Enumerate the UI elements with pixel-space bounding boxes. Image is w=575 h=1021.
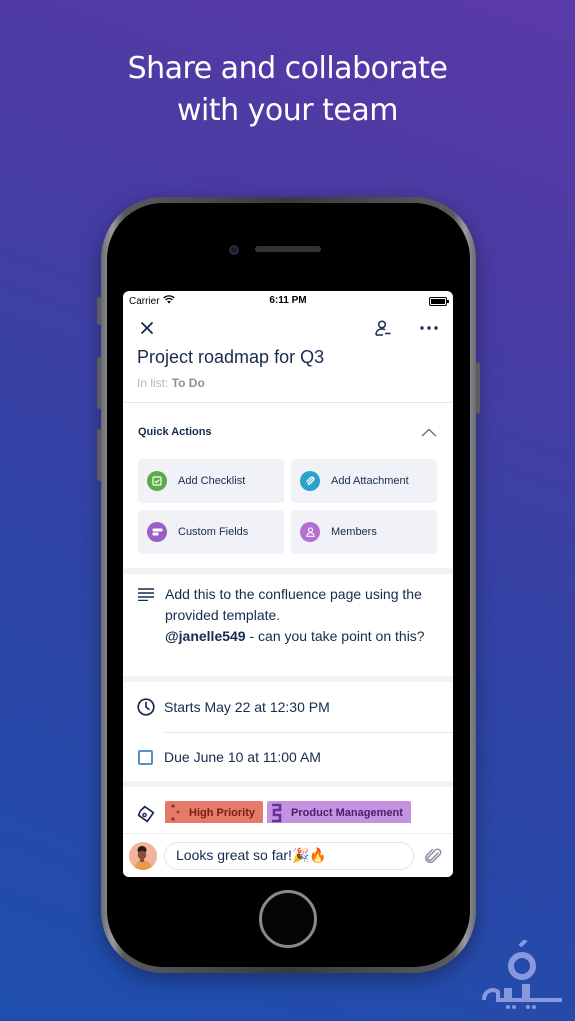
description-text: Add this to the confluence page using th… [165, 586, 422, 623]
add-checklist-label: Add Checklist [178, 475, 246, 487]
avatar[interactable] [129, 841, 157, 870]
paperclip-icon [425, 847, 442, 863]
person-icon [300, 522, 320, 542]
paperclip-icon [300, 471, 320, 491]
watermark-logo [480, 938, 565, 1010]
fields-icon [147, 522, 167, 542]
person-remove-icon [375, 320, 391, 336]
members-label: Members [331, 526, 377, 538]
label-pattern-icon [272, 803, 282, 823]
front-camera [229, 245, 239, 255]
phone-screen: Carrier 6:11 PM Project roadmap for Q3 I… [123, 291, 453, 877]
description-text-2: - can you take point on this? [245, 628, 425, 644]
quick-actions-title: Quick Actions [138, 426, 212, 438]
labels-row: High Priority Product Management [123, 801, 453, 823]
headline-line-2: with your team [176, 93, 399, 128]
mention-link[interactable]: @janelle549 [165, 628, 246, 644]
section-divider [123, 781, 453, 787]
comment-composer: Looks great so far!🎉🔥 [123, 833, 453, 877]
checklist-icon [147, 471, 167, 491]
headline-line-1: Share and collaborate [127, 51, 448, 86]
list-indicator[interactable]: In list: To Do [123, 376, 453, 390]
add-attachment-label: Add Attachment [331, 475, 409, 487]
comment-input-value: Looks great so far!🎉🔥 [176, 847, 327, 863]
due-complete-checkbox[interactable] [138, 749, 153, 765]
start-date-text: Starts May 22 at 12:30 PM [164, 699, 330, 715]
carrier-label: Carrier [129, 295, 160, 307]
close-icon [141, 322, 153, 334]
custom-fields-label: Custom Fields [178, 526, 249, 538]
close-button[interactable] [135, 316, 159, 340]
earpiece-speaker [255, 246, 321, 252]
battery-icon [429, 296, 449, 306]
label-pattern-icon [171, 804, 180, 821]
label-high-priority-text: High Priority [189, 807, 256, 819]
label-product-management[interactable]: Product Management [267, 801, 411, 823]
more-options-button[interactable] [417, 316, 441, 340]
due-date-row[interactable]: Due June 10 at 11:00 AM [123, 733, 453, 781]
list-name: To Do [171, 376, 205, 390]
description-icon [138, 588, 154, 601]
card-description[interactable]: Add this to the confluence page using th… [123, 574, 453, 690]
due-date-text: Due June 10 at 11:00 AM [164, 749, 321, 765]
attach-button[interactable] [421, 844, 445, 868]
card-toolbar [123, 311, 453, 345]
label-product-management-text: Product Management [291, 807, 403, 819]
status-bar: Carrier 6:11 PM [123, 291, 453, 311]
comment-input[interactable]: Looks great so far!🎉🔥 [164, 841, 414, 870]
custom-fields-button[interactable]: Custom Fields [138, 510, 284, 554]
add-checklist-button[interactable]: Add Checklist [138, 459, 284, 503]
home-button[interactable] [259, 890, 317, 948]
label-high-priority[interactable]: High Priority [165, 801, 264, 823]
mute-switch [97, 297, 101, 325]
in-list-prefix: In list: [137, 376, 169, 390]
ellipsis-icon [420, 326, 438, 330]
chevron-up-icon[interactable] [421, 427, 437, 437]
divider [123, 402, 453, 403]
wifi-icon [162, 295, 175, 307]
volume-up-button [97, 357, 101, 409]
members-button[interactable]: Members [291, 510, 437, 554]
quick-actions-header[interactable]: Quick Actions [123, 409, 453, 455]
card-title[interactable]: Project roadmap for Q3 [123, 347, 453, 368]
leave-card-button[interactable] [371, 316, 395, 340]
volume-down-button [97, 429, 101, 481]
quick-actions-grid: Add Checklist Add Attachment Custom Fiel… [123, 459, 453, 554]
power-button [476, 362, 480, 414]
add-attachment-button[interactable]: Add Attachment [291, 459, 437, 503]
clock-icon [137, 698, 155, 716]
tag-icon [137, 805, 155, 823]
marketing-headline: Share and collaborate with your team [0, 48, 575, 132]
